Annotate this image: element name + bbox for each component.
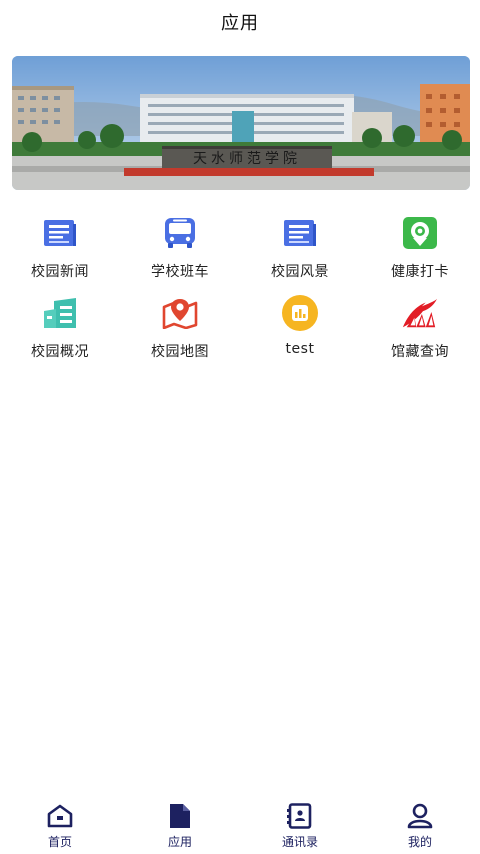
- bottom-tab-bar: 首页 应用 通讯录 我的: [0, 800, 480, 854]
- app-health-checkin[interactable]: 健康打卡: [360, 210, 480, 290]
- apps-doc-icon: [166, 802, 194, 830]
- campus-photo: 天水师范学院: [12, 56, 470, 190]
- app-label: 馆藏查询: [391, 344, 449, 360]
- profile-icon: [406, 802, 434, 830]
- news-icon: [41, 214, 79, 252]
- tab-label: 通讯录: [281, 835, 318, 849]
- banner-sign-text: 天水师范学院: [193, 150, 301, 167]
- health-checkin-icon: [401, 214, 439, 252]
- tab-home[interactable]: 首页: [0, 800, 120, 854]
- scenery-icon: [281, 214, 319, 252]
- tab-profile[interactable]: 我的: [360, 800, 480, 854]
- app-school-bus[interactable]: 学校班车: [120, 210, 240, 290]
- library-icon: [401, 294, 439, 332]
- app-campus-news[interactable]: 校园新闻: [0, 210, 120, 290]
- home-icon: [46, 802, 74, 830]
- app-campus-overview[interactable]: 校园概况: [0, 290, 120, 370]
- app-campus-map[interactable]: 校园地图: [120, 290, 240, 370]
- app-label: test: [285, 341, 315, 357]
- top-bar: 应用: [0, 0, 480, 44]
- app-library-search[interactable]: 馆藏查询: [360, 290, 480, 370]
- app-label: 校园地图: [151, 344, 209, 360]
- app-label: 学校班车: [151, 264, 209, 280]
- app-test[interactable]: test: [240, 290, 360, 370]
- app-label: 校园概况: [31, 344, 89, 360]
- chart-badge-icon: [281, 294, 319, 332]
- tab-contacts[interactable]: 通讯录: [240, 800, 360, 854]
- building-icon: [41, 294, 79, 332]
- contacts-icon: [286, 802, 314, 830]
- bus-icon: [161, 214, 199, 252]
- tab-label: 应用: [167, 835, 192, 849]
- map-pin-icon: [161, 294, 199, 332]
- app-grid: 校园新闻 学校班车 校园风景 健康打卡 校园概况 校园地图 test 馆藏查询: [0, 210, 480, 370]
- campus-banner[interactable]: 天水师范学院: [12, 56, 470, 190]
- app-label: 校园新闻: [31, 264, 89, 280]
- tab-label: 首页: [47, 835, 72, 849]
- app-label: 校园风景: [271, 264, 329, 280]
- page-title: 应用: [221, 13, 259, 34]
- tab-apps[interactable]: 应用: [120, 800, 240, 854]
- tab-label: 我的: [407, 835, 432, 849]
- app-campus-scenery[interactable]: 校园风景: [240, 210, 360, 290]
- app-label: 健康打卡: [391, 264, 449, 280]
